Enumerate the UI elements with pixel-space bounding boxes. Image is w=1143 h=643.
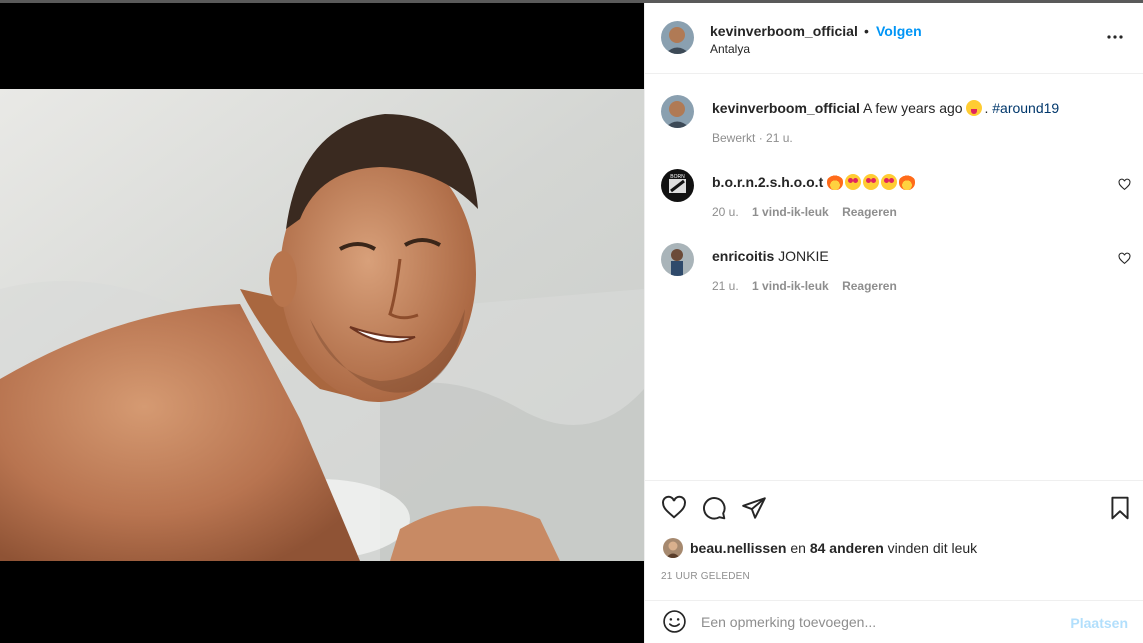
- caption-username[interactable]: kevinverboom_official: [712, 100, 860, 116]
- post-location[interactable]: Antalya: [710, 42, 750, 56]
- fire-emoji-icon: [827, 174, 844, 190]
- reply-button[interactable]: Reageren: [842, 279, 897, 293]
- caption-body: A few years ago: [862, 100, 963, 116]
- like-heart-icon[interactable]: [661, 495, 687, 521]
- likes-text: beau.nellissen en 84 anderen vinden dit …: [690, 540, 977, 556]
- comment-body: JONKIE: [778, 248, 829, 264]
- post-details-panel: kevinverboom_official • Volgen Antalya k…: [644, 3, 1143, 643]
- save-bookmark-icon[interactable]: [1107, 495, 1133, 521]
- author-username[interactable]: kevinverboom_official: [710, 23, 858, 39]
- likes-suffix: vinden dit leuk: [887, 540, 978, 556]
- svg-text:BORN: BORN: [670, 174, 685, 180]
- heart-eyes-emoji-icon: [881, 174, 898, 190]
- caption-meta-separator: ·: [755, 131, 767, 145]
- comment-bubble-icon[interactable]: [701, 495, 727, 521]
- liker-avatar[interactable]: [663, 538, 683, 558]
- comment-like-heart-icon[interactable]: [1118, 178, 1131, 191]
- caption-meta: Bewerkt · 21 u.: [712, 131, 803, 145]
- comment-meta: 20 u. 1 vind-ik-leuk Reageren: [712, 205, 907, 219]
- separator-dot: •: [864, 23, 869, 39]
- share-paper-plane-icon[interactable]: [741, 495, 767, 521]
- comment-time[interactable]: 21 u.: [712, 279, 739, 293]
- fire-emoji-icon: [899, 174, 916, 190]
- caption-edited: Bewerkt: [712, 131, 756, 145]
- caption-punctuation: .: [984, 100, 989, 116]
- commenter-avatar[interactable]: BORN: [661, 169, 694, 202]
- liker-username[interactable]: beau.nellissen: [690, 540, 786, 556]
- post-actions-section: beau.nellissen en 84 anderen vinden dit …: [645, 480, 1143, 600]
- caption-text: kevinverboom_official A few years ago . …: [712, 99, 1059, 117]
- likes-and: en: [790, 540, 806, 556]
- caption-avatar[interactable]: [661, 95, 694, 128]
- comment-likes[interactable]: 1 vind-ik-leuk: [752, 205, 829, 219]
- comment-text: enricoitis JONKIE: [712, 247, 829, 265]
- heart-eyes-emoji-icon: [863, 174, 880, 190]
- comment-likes[interactable]: 1 vind-ik-leuk: [752, 279, 829, 293]
- post-media-pane: [0, 3, 644, 643]
- author-avatar[interactable]: [661, 21, 694, 54]
- comment-meta: 21 u. 1 vind-ik-leuk Reageren: [712, 279, 907, 293]
- comment-username[interactable]: b.o.r.n.2.s.h.o.o.t: [712, 174, 823, 190]
- reply-button[interactable]: Reageren: [842, 205, 897, 219]
- comment-username[interactable]: enricoitis: [712, 248, 774, 264]
- comment-like-heart-icon[interactable]: [1118, 252, 1131, 265]
- comment-text: b.o.r.n.2.s.h.o.o.t: [712, 173, 917, 191]
- post-comment-button[interactable]: Plaatsen: [1070, 615, 1128, 631]
- more-options-icon[interactable]: [1105, 27, 1125, 47]
- comment-input[interactable]: [701, 609, 1061, 635]
- post-timestamp[interactable]: 21 UUR GELEDEN: [661, 571, 750, 582]
- heart-eyes-emoji-icon: [845, 174, 862, 190]
- caption-time[interactable]: 21 u.: [766, 131, 793, 145]
- commenter-avatar[interactable]: [661, 243, 694, 276]
- comment-time[interactable]: 20 u.: [712, 205, 739, 219]
- post-header: kevinverboom_official • Volgen Antalya: [645, 3, 1143, 74]
- likes-others-count[interactable]: 84 anderen: [810, 540, 884, 556]
- emoji-picker-icon[interactable]: [662, 609, 687, 634]
- tongue-emoji-icon: [966, 100, 983, 116]
- caption-hashtag[interactable]: #around19: [992, 100, 1059, 116]
- post-photo[interactable]: [0, 89, 644, 561]
- follow-button[interactable]: Volgen: [876, 23, 922, 39]
- add-comment-bar: Plaatsen: [645, 600, 1143, 643]
